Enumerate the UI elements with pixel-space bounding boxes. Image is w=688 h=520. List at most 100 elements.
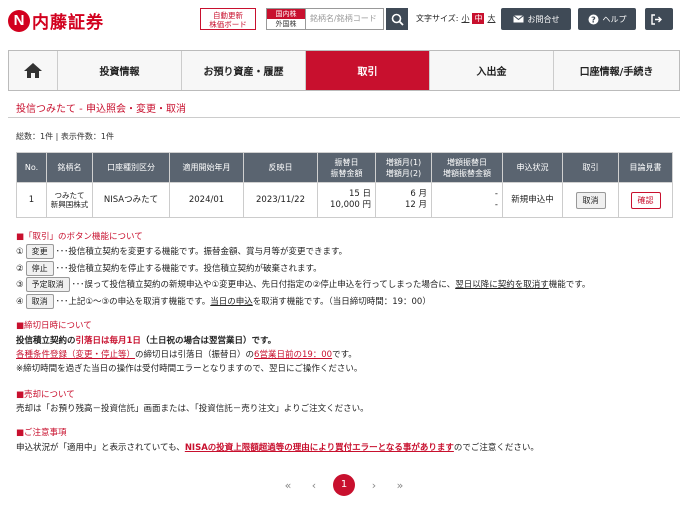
deadline-line3: ※締切時間を過ぎた当日の操作は受付時間エラーとなりますので、翌日にご操作ください… [16,364,363,374]
nav-investment-info[interactable]: 投資情報 [57,51,181,90]
header-inc-transfer: 増額振替日 増額振替金額 [431,152,503,183]
cancel-button[interactable]: 取消 [575,191,606,209]
cancel-button-sample: 取消 [25,294,54,309]
help-button[interactable]: ? ヘルプ [578,8,636,30]
note-text: を取消す機能です。（当日締切時間：19：00） [252,297,431,307]
nav-assets-history[interactable]: お預り資産・履歴 [181,51,305,90]
font-size-small[interactable]: 小 [461,13,469,24]
home-icon [24,63,42,78]
page-title: 投信つみたて - 申込照会・変更・取消 [16,104,186,115]
header-transfer: 振替日 振替金額 [317,152,376,183]
table-row: 1 つみたて 新興国株式 NISAつみたて 2024/01 2023/11/22… [16,182,673,218]
stop-button-sample: 停止 [25,261,54,276]
pager-first[interactable]: « [275,479,301,492]
cell-inc-transfer: - - [431,182,503,218]
fund-name-line2: 新興国株式 [50,200,89,209]
buttons-heading: ■「取引」のボタン機能について [16,232,143,242]
svg-text:?: ? [591,15,596,24]
cell-status: 新規申込中 [502,182,563,218]
change-button-sample: 変更 [25,244,54,259]
nav-deposit-withdraw[interactable]: 入出金 [429,51,553,90]
stock-type-selector[interactable]: 国内株 外国株 [266,8,306,30]
auto-update-line1: 自動更新 [213,11,243,20]
auto-update-line2: 株価ボード [209,20,247,29]
logout-button[interactable] [645,8,673,30]
header-inc-month: 増額月(1) 増額月(2) [375,152,432,183]
cell-fund-name: つみたて 新興国株式 [46,182,93,218]
note-text: ･･･上記①～③の申込を取消す機能です。 [55,297,211,307]
deadline-line1: 投信積立契約の引落日は毎月1日（土日祝の場合は翌営業日）です。 [16,334,276,346]
header-name: 銘柄名 [46,152,93,183]
question-icon: ? [588,14,598,24]
result-count: 総数：1件 | 表示件数：1件 [16,132,114,141]
note-cancel: ④ 取消 ･･･上記①～③の申込を取消す機能です。当日の申込を取消す機能です。（当日… [16,294,431,309]
header-start: 適用開始年月 [169,152,244,183]
cell-account: NISAつみたて [92,182,170,218]
cell-prospectus: 確認 [618,182,673,218]
note-num: ② [16,264,24,274]
text-red: NISAの投資上限額超過等の理由により買付エラーとなる事があります [184,443,454,453]
text-red: 6営業日前の19：00 [254,350,333,360]
inc-month2: 12 月 [404,200,427,210]
contact-button[interactable]: お問合せ [501,8,571,30]
note-num: ④ [16,297,24,307]
inc-month1: 6 月 [410,189,427,199]
header-prospectus: 目論見書 [618,152,673,183]
nav-account-info[interactable]: 口座情報/手続き [553,51,679,90]
font-size-large[interactable]: 大 [487,13,495,24]
note-text: 機能です。 [548,280,591,290]
header-trade: 取引 [562,152,619,183]
font-size-medium[interactable]: 中 [472,13,485,24]
stock-type-foreign[interactable]: 外国株 [267,19,305,29]
auto-update-board-button[interactable]: 自動更新 株価ボード [200,8,256,30]
note-text: ･･･投信積立契約を変更する機能です。振替金額、賞与月等が変更できます。 [55,247,348,257]
sell-line: 売却は「お預り残高－投資信託」画面または、「投資信託－売り注文」よりご注文くださ… [16,404,369,414]
prospectus-confirm-button[interactable]: 確認 [630,191,661,209]
cell-no: 1 [16,182,47,218]
search-icon [391,13,404,26]
plan-table: No. 銘柄名 口座種別区分 適用開始年月 反映日 振替日 振替金額 増額月(1… [16,152,673,218]
caution-line: 申込状況が「適用中」と表示されていても、NISAの投資上限額超過等の理由により買… [16,441,539,453]
note-stop: ② 停止 ･･･投信積立契約を停止する機能です。投信積立契約が破棄されます。 [16,261,322,276]
cell-inc-month: 6 月 12 月 [375,182,432,218]
help-label: ヘルプ [602,14,627,24]
cell-start: 2024/01 [169,182,244,218]
sell-heading: ■売却について [16,390,75,400]
transfer-amount: 10,000 円 [330,200,371,210]
cell-transfer: 15 日 10,000 円 [317,182,376,218]
transfer-day: 15 日 [348,189,371,199]
pager-prev[interactable]: ‹ [301,479,327,492]
nav-trade[interactable]: 取引 [305,51,429,90]
search-button[interactable] [386,8,408,30]
table-header-row: No. 銘柄名 口座種別区分 適用開始年月 反映日 振替日 振替金額 増額月(1… [16,152,673,183]
text: です。 [332,350,357,360]
pager-last[interactable]: » [387,479,413,492]
pager-current[interactable]: 1 [333,474,355,496]
scheduled-cancel-button-sample: 予定取消 [25,277,70,292]
inc-day: - [494,189,498,199]
cell-trade: 取消 [562,182,619,218]
pager-next[interactable]: › [361,479,387,492]
note-text: ･･･投信積立契約を停止する機能です。投信積立契約が破棄されます。 [55,264,322,274]
contact-label: お問合せ [527,14,560,24]
note-text: ･･･誤って投信積立契約の新規申込や①変更申込、先日付指定の②停止申込を行ってし… [71,280,456,290]
text: の締切日は引落日（振替日）の [135,350,255,360]
deadline-heading: ■締切日時について [16,321,92,331]
text: 申込状況が「適用中」と表示されていても、 [16,443,185,453]
main-nav: 投資情報 お預り資産・履歴 取引 入出金 口座情報/手続き [8,50,680,91]
cell-reflect: 2023/11/22 [243,182,318,218]
logo[interactable]: N 内藤証券 [8,8,104,33]
nav-home[interactable] [9,51,57,90]
header: N 内藤証券 自動更新 株価ボード 国内株 外国株 銘柄名/銘柄コード 文字サイ… [0,0,688,38]
note-underline: 翌日以降に契約を取消す [455,280,549,290]
search-input[interactable]: 銘柄名/銘柄コード [306,8,384,30]
header-reflect: 反映日 [243,152,318,183]
header-no: No. [16,152,47,183]
logo-text: 内藤証券 [32,13,104,33]
conditions-link[interactable]: 各種条件登録（変更・停止等） [16,350,135,360]
logo-mark: N [8,9,30,32]
header-account: 口座種別区分 [92,152,170,183]
text: 投信積立契約の [16,336,76,346]
stock-type-domestic[interactable]: 国内株 [267,9,305,19]
caution-heading: ■ご注意事項 [16,428,67,438]
